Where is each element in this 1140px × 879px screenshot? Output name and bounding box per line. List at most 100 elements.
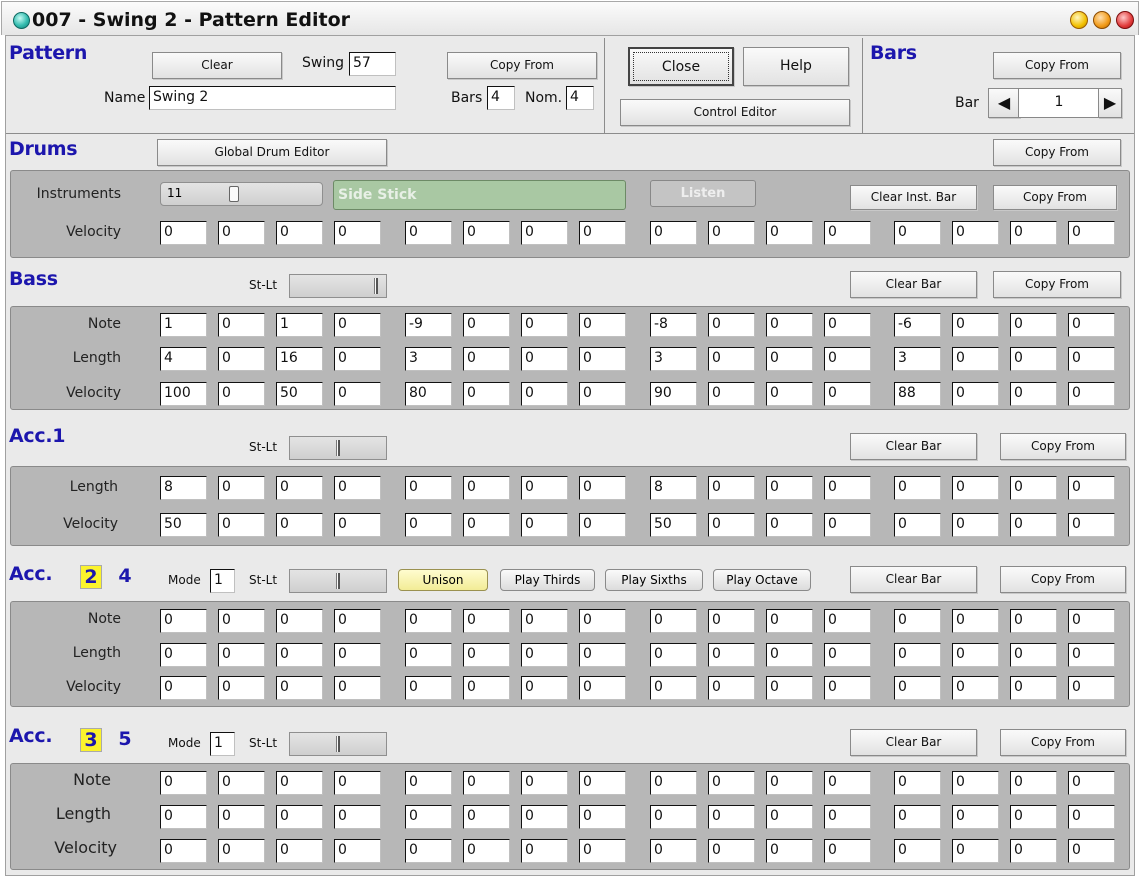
step-cell-1[interactable]: 0 [160,221,207,245]
step-cell-15[interactable]: 0 [1010,805,1057,829]
step-cell-16[interactable]: 0 [1068,382,1115,406]
step-cell-6[interactable]: 0 [463,221,510,245]
step-cell-1[interactable]: 100 [160,382,207,406]
name-input[interactable]: Swing 2 [149,86,396,110]
step-cell-4[interactable]: 0 [334,643,381,667]
global-drum-editor-button[interactable]: Global Drum Editor [157,139,387,166]
step-cell-4[interactable]: 0 [334,476,381,500]
step-cell-6[interactable]: 0 [463,676,510,700]
step-cell-14[interactable]: 0 [952,839,999,863]
step-cell-10[interactable]: 0 [708,839,755,863]
bass-stlt-slider[interactable] [289,274,387,298]
step-cell-1[interactable]: 0 [160,643,207,667]
acc35-copy-from-button[interactable]: Copy From [1000,729,1126,756]
step-cell-5[interactable]: 0 [405,805,452,829]
step-cell-7[interactable]: 0 [521,382,568,406]
acc24-clear-bar-button[interactable]: Clear Bar [850,566,977,593]
step-cell-7[interactable]: 0 [521,805,568,829]
step-cell-7[interactable]: 0 [521,643,568,667]
step-cell-15[interactable]: 0 [1010,771,1057,795]
step-cell-15[interactable]: 0 [1010,476,1057,500]
step-cell-14[interactable]: 0 [952,771,999,795]
step-cell-3[interactable]: 0 [276,643,323,667]
step-cell-3[interactable]: 16 [276,347,323,371]
step-cell-13[interactable]: 88 [894,382,941,406]
step-cell-4[interactable]: 0 [334,676,381,700]
step-cell-4[interactable]: 0 [334,313,381,337]
step-cell-7[interactable]: 0 [521,347,568,371]
step-cell-9[interactable]: 0 [650,643,697,667]
step-cell-9[interactable]: 0 [650,839,697,863]
swing-input[interactable]: 57 [349,52,396,76]
help-button[interactable]: Help [743,47,849,86]
step-cell-7[interactable]: 0 [521,771,568,795]
maximize-icon[interactable] [1093,11,1111,29]
step-cell-2[interactable]: 0 [218,839,265,863]
drums-panel-copy-from-button[interactable]: Copy From [993,185,1117,210]
step-cell-9[interactable]: 90 [650,382,697,406]
step-cell-1[interactable]: 0 [160,839,207,863]
step-cell-4[interactable]: 0 [334,382,381,406]
step-cell-5[interactable]: 0 [405,839,452,863]
step-cell-9[interactable]: 0 [650,221,697,245]
acc5-select-button[interactable]: 5 [114,728,136,752]
step-cell-11[interactable]: 0 [766,839,813,863]
step-cell-9[interactable]: 8 [650,476,697,500]
step-cell-1[interactable]: 0 [160,676,207,700]
step-cell-8[interactable]: 0 [579,476,626,500]
step-cell-4[interactable]: 0 [334,805,381,829]
step-cell-8[interactable]: 0 [579,839,626,863]
step-cell-11[interactable]: 0 [766,643,813,667]
control-editor-button[interactable]: Control Editor [620,99,850,126]
step-cell-2[interactable]: 0 [218,643,265,667]
step-cell-8[interactable]: 0 [579,313,626,337]
step-cell-14[interactable]: 0 [952,513,999,537]
step-cell-5[interactable]: 0 [405,643,452,667]
step-cell-7[interactable]: 0 [521,513,568,537]
step-cell-3[interactable]: 50 [276,382,323,406]
step-cell-14[interactable]: 0 [952,221,999,245]
step-cell-9[interactable]: 50 [650,513,697,537]
acc35-mode-input[interactable]: 1 [210,732,235,756]
step-cell-4[interactable]: 0 [334,609,381,633]
step-cell-12[interactable]: 0 [824,476,871,500]
step-cell-13[interactable]: 0 [894,805,941,829]
step-cell-9[interactable]: 0 [650,805,697,829]
step-cell-1[interactable]: 8 [160,476,207,500]
step-cell-13[interactable]: 0 [894,609,941,633]
step-cell-12[interactable]: 0 [824,609,871,633]
step-cell-1[interactable]: 0 [160,609,207,633]
step-cell-3[interactable]: 0 [276,676,323,700]
step-cell-2[interactable]: 0 [218,382,265,406]
step-cell-9[interactable]: 0 [650,609,697,633]
acc35-stlt-slider[interactable] [289,732,387,756]
step-cell-16[interactable]: 0 [1068,643,1115,667]
play-sixths-button[interactable]: Play Sixths [605,569,703,591]
step-cell-10[interactable]: 0 [708,643,755,667]
step-cell-6[interactable]: 0 [463,609,510,633]
step-cell-6[interactable]: 0 [463,476,510,500]
step-cell-10[interactable]: 0 [708,382,755,406]
acc1-copy-from-button[interactable]: Copy From [1000,433,1126,460]
step-cell-2[interactable]: 0 [218,347,265,371]
step-cell-8[interactable]: 0 [579,221,626,245]
step-cell-6[interactable]: 0 [463,382,510,406]
step-cell-12[interactable]: 0 [824,513,871,537]
step-cell-1[interactable]: 50 [160,513,207,537]
step-cell-7[interactable]: 0 [521,476,568,500]
step-cell-3[interactable]: 0 [276,513,323,537]
step-cell-16[interactable]: 0 [1068,313,1115,337]
step-cell-16[interactable]: 0 [1068,805,1115,829]
step-cell-11[interactable]: 0 [766,313,813,337]
step-cell-8[interactable]: 0 [579,771,626,795]
step-cell-2[interactable]: 0 [218,313,265,337]
step-cell-11[interactable]: 0 [766,513,813,537]
step-cell-7[interactable]: 0 [521,313,568,337]
step-cell-12[interactable]: 0 [824,676,871,700]
step-cell-12[interactable]: 0 [824,643,871,667]
step-cell-11[interactable]: 0 [766,609,813,633]
acc35-clear-bar-button[interactable]: Clear Bar [850,729,977,756]
acc24-copy-from-button[interactable]: Copy From [1000,566,1126,593]
step-cell-12[interactable]: 0 [824,839,871,863]
step-cell-11[interactable]: 0 [766,771,813,795]
